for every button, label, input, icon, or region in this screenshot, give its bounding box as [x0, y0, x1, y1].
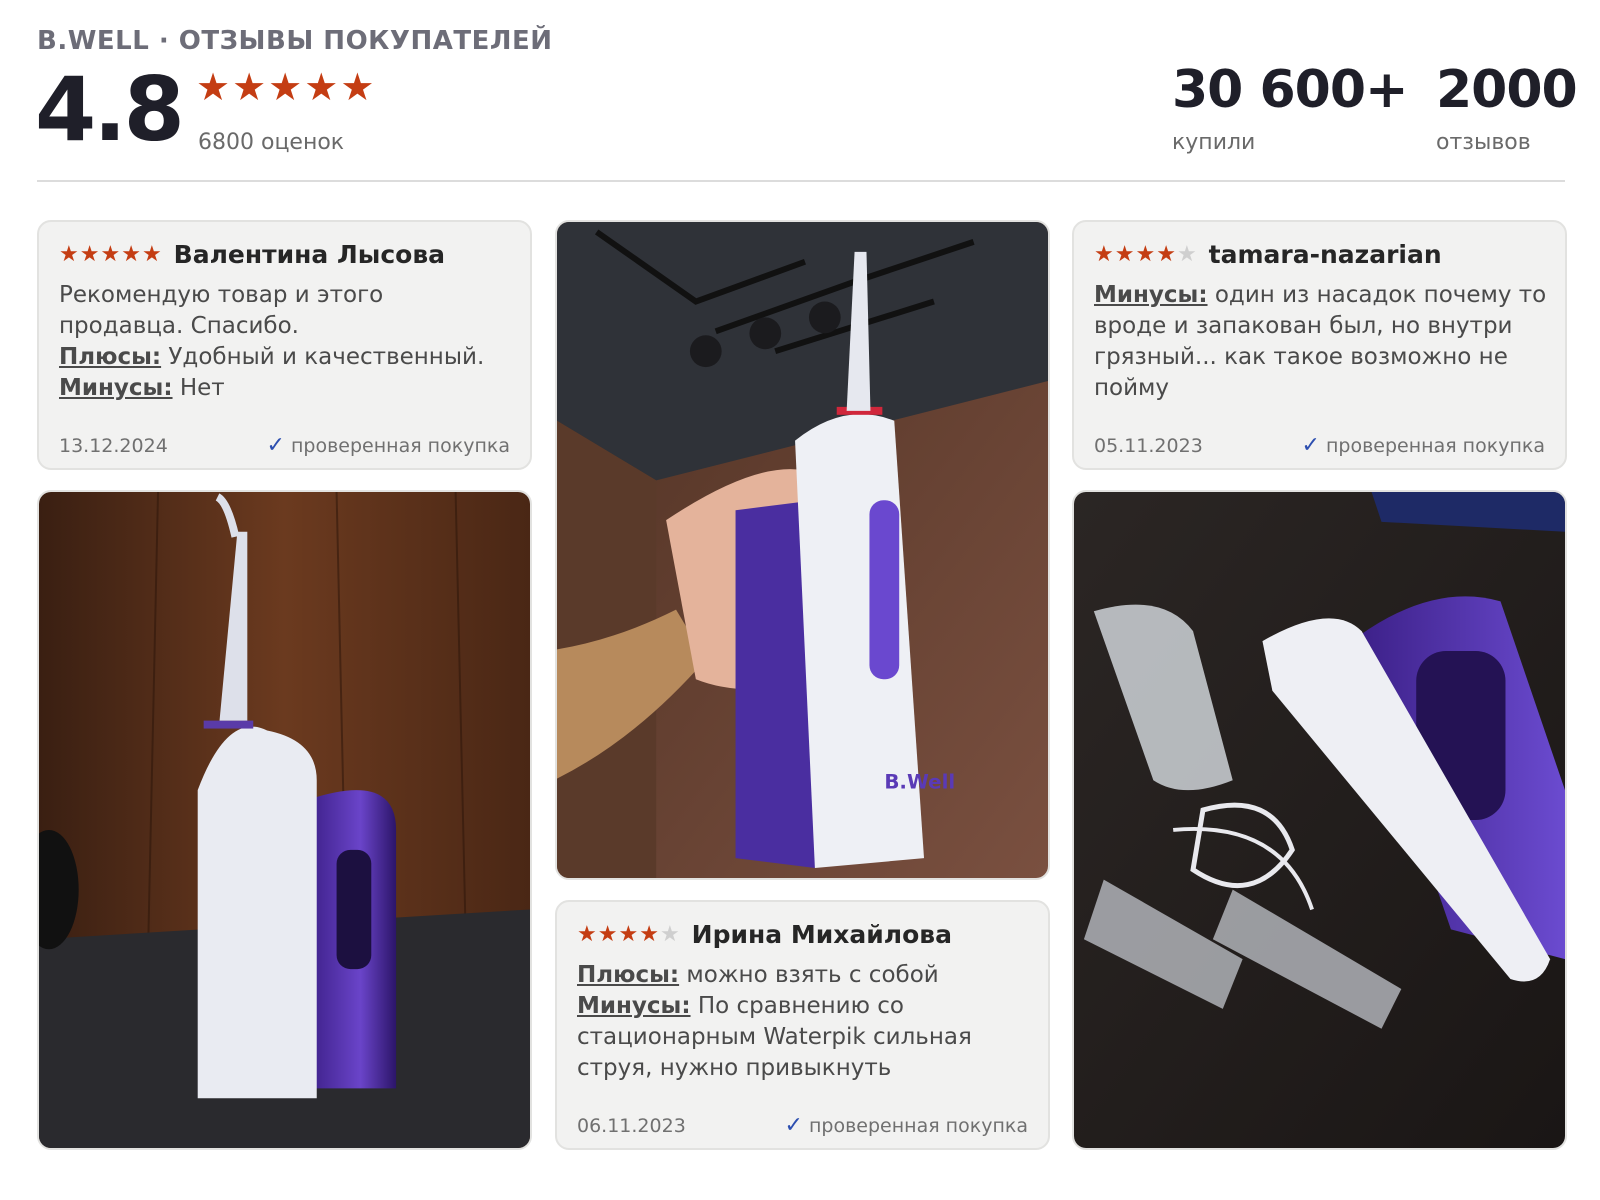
- review-stars: ★ ★ ★ ★ ★: [1094, 241, 1197, 267]
- review-minus: Минусы: Нет: [59, 373, 512, 404]
- check-icon: ✓: [266, 433, 285, 458]
- irrigator-unboxed-photo: [1074, 492, 1565, 1148]
- review-plus: Плюсы: Удобный и качественный.: [59, 342, 512, 373]
- star-icon: ★: [1094, 241, 1114, 267]
- page-title: B.WELL · ОТЗЫВЫ ПОКУПАТЕЛЕЙ: [37, 26, 553, 56]
- irrigator-hand-photo: B.Well: [557, 222, 1048, 878]
- reviews-stat: 2000 отзывов: [1436, 60, 1578, 155]
- verified-label: проверенная покупка: [808, 1114, 1028, 1137]
- review-photo[interactable]: [37, 490, 532, 1150]
- minus-text: Нет: [172, 375, 225, 401]
- reviews-label: отзывов: [1436, 130, 1531, 155]
- minus-label: Минусы:: [577, 993, 691, 1019]
- star-icon: ★: [304, 65, 339, 109]
- review-comment: Рекомендую товар и этого продавца. Спаси…: [59, 282, 384, 339]
- star-empty-icon: ★: [659, 921, 680, 947]
- star-icon: ★: [639, 921, 659, 947]
- product-label: B.Well: [884, 771, 955, 794]
- review-card: ★ ★ ★ ★ ★ tamara-nazarian Минусы: один из на…: [1072, 220, 1567, 470]
- review-author: Валентина Лысова: [173, 240, 446, 269]
- minus-label: Минусы:: [1094, 282, 1208, 308]
- star-empty-icon: ★: [1176, 241, 1197, 267]
- star-icon: ★: [1114, 241, 1135, 267]
- review-minus: Минусы: По сравнению со стационарным Wat…: [577, 991, 1030, 1084]
- ratings-count: 6800 оценок: [198, 130, 345, 155]
- bought-label: купили: [1172, 130, 1256, 155]
- review-date: 06.11.2023: [577, 1114, 686, 1137]
- verified-label: проверенная покупка: [1325, 434, 1545, 457]
- review-date: 13.12.2024: [59, 434, 168, 457]
- review-date: 05.11.2023: [1094, 434, 1203, 457]
- review-photo[interactable]: B.Well: [555, 220, 1050, 880]
- star-icon: ★: [79, 241, 100, 267]
- star-icon: ★: [59, 241, 79, 267]
- review-stars: ★ ★ ★ ★ ★: [577, 921, 680, 947]
- bought-value: 30 600+: [1172, 60, 1409, 120]
- verified-label: проверенная покупка: [290, 434, 510, 457]
- minus-label: Минусы:: [59, 375, 173, 401]
- star-icon: ★: [618, 921, 639, 947]
- reviews-value: 2000: [1436, 60, 1578, 120]
- review-text: Рекомендую товар и этого продавца. Спаси…: [59, 280, 512, 404]
- average-stars: ★ ★ ★ ★ ★: [196, 68, 374, 106]
- star-icon: ★: [597, 921, 618, 947]
- star-icon: ★: [577, 921, 597, 947]
- star-icon: ★: [232, 65, 267, 109]
- plus-label: Плюсы:: [577, 962, 680, 988]
- review-text: Плюсы: можно взять с собой Минусы: По ср…: [577, 960, 1030, 1084]
- irrigator-photo: [39, 492, 530, 1148]
- star-icon: ★: [121, 241, 141, 267]
- check-icon: ✓: [784, 1113, 803, 1138]
- star-icon: ★: [141, 241, 162, 267]
- verified-badge: ✓ проверенная покупка: [785, 1113, 1028, 1138]
- review-author: tamara-nazarian: [1208, 240, 1442, 269]
- star-icon: ★: [268, 65, 303, 109]
- star-icon: ★: [1135, 241, 1156, 267]
- plus-label: Плюсы:: [59, 344, 162, 370]
- review-author: Ирина Михайлова: [691, 920, 952, 949]
- verified-badge: ✓ проверенная покупка: [267, 433, 510, 458]
- review-text: Минусы: один из насадок почему то вроде …: [1094, 280, 1547, 404]
- review-stars: ★ ★ ★ ★ ★: [59, 241, 162, 267]
- review-plus: Плюсы: можно взять с собой: [577, 960, 1030, 991]
- star-icon: ★: [100, 241, 121, 267]
- review-minus: Минусы: один из насадок почему то вроде …: [1094, 280, 1547, 404]
- check-icon: ✓: [1301, 433, 1320, 458]
- review-photo[interactable]: [1072, 490, 1567, 1150]
- star-icon: ★: [340, 65, 375, 109]
- average-rating: 4.8: [35, 58, 185, 161]
- star-icon: ★: [196, 65, 231, 109]
- review-card: ★ ★ ★ ★ ★ Валентина Лысова Рекомендую товар …: [37, 220, 532, 470]
- review-card: ★ ★ ★ ★ ★ Ирина Михайлова Плюсы: можно взять…: [555, 900, 1050, 1150]
- plus-text: Удобный и качественный.: [161, 344, 485, 370]
- verified-badge: ✓ проверенная покупка: [1302, 433, 1545, 458]
- star-icon: ★: [1156, 241, 1176, 267]
- plus-text: можно взять с собой: [679, 962, 939, 988]
- header-divider: [37, 180, 1565, 182]
- bought-stat: 30 600+ купили: [1172, 60, 1409, 155]
